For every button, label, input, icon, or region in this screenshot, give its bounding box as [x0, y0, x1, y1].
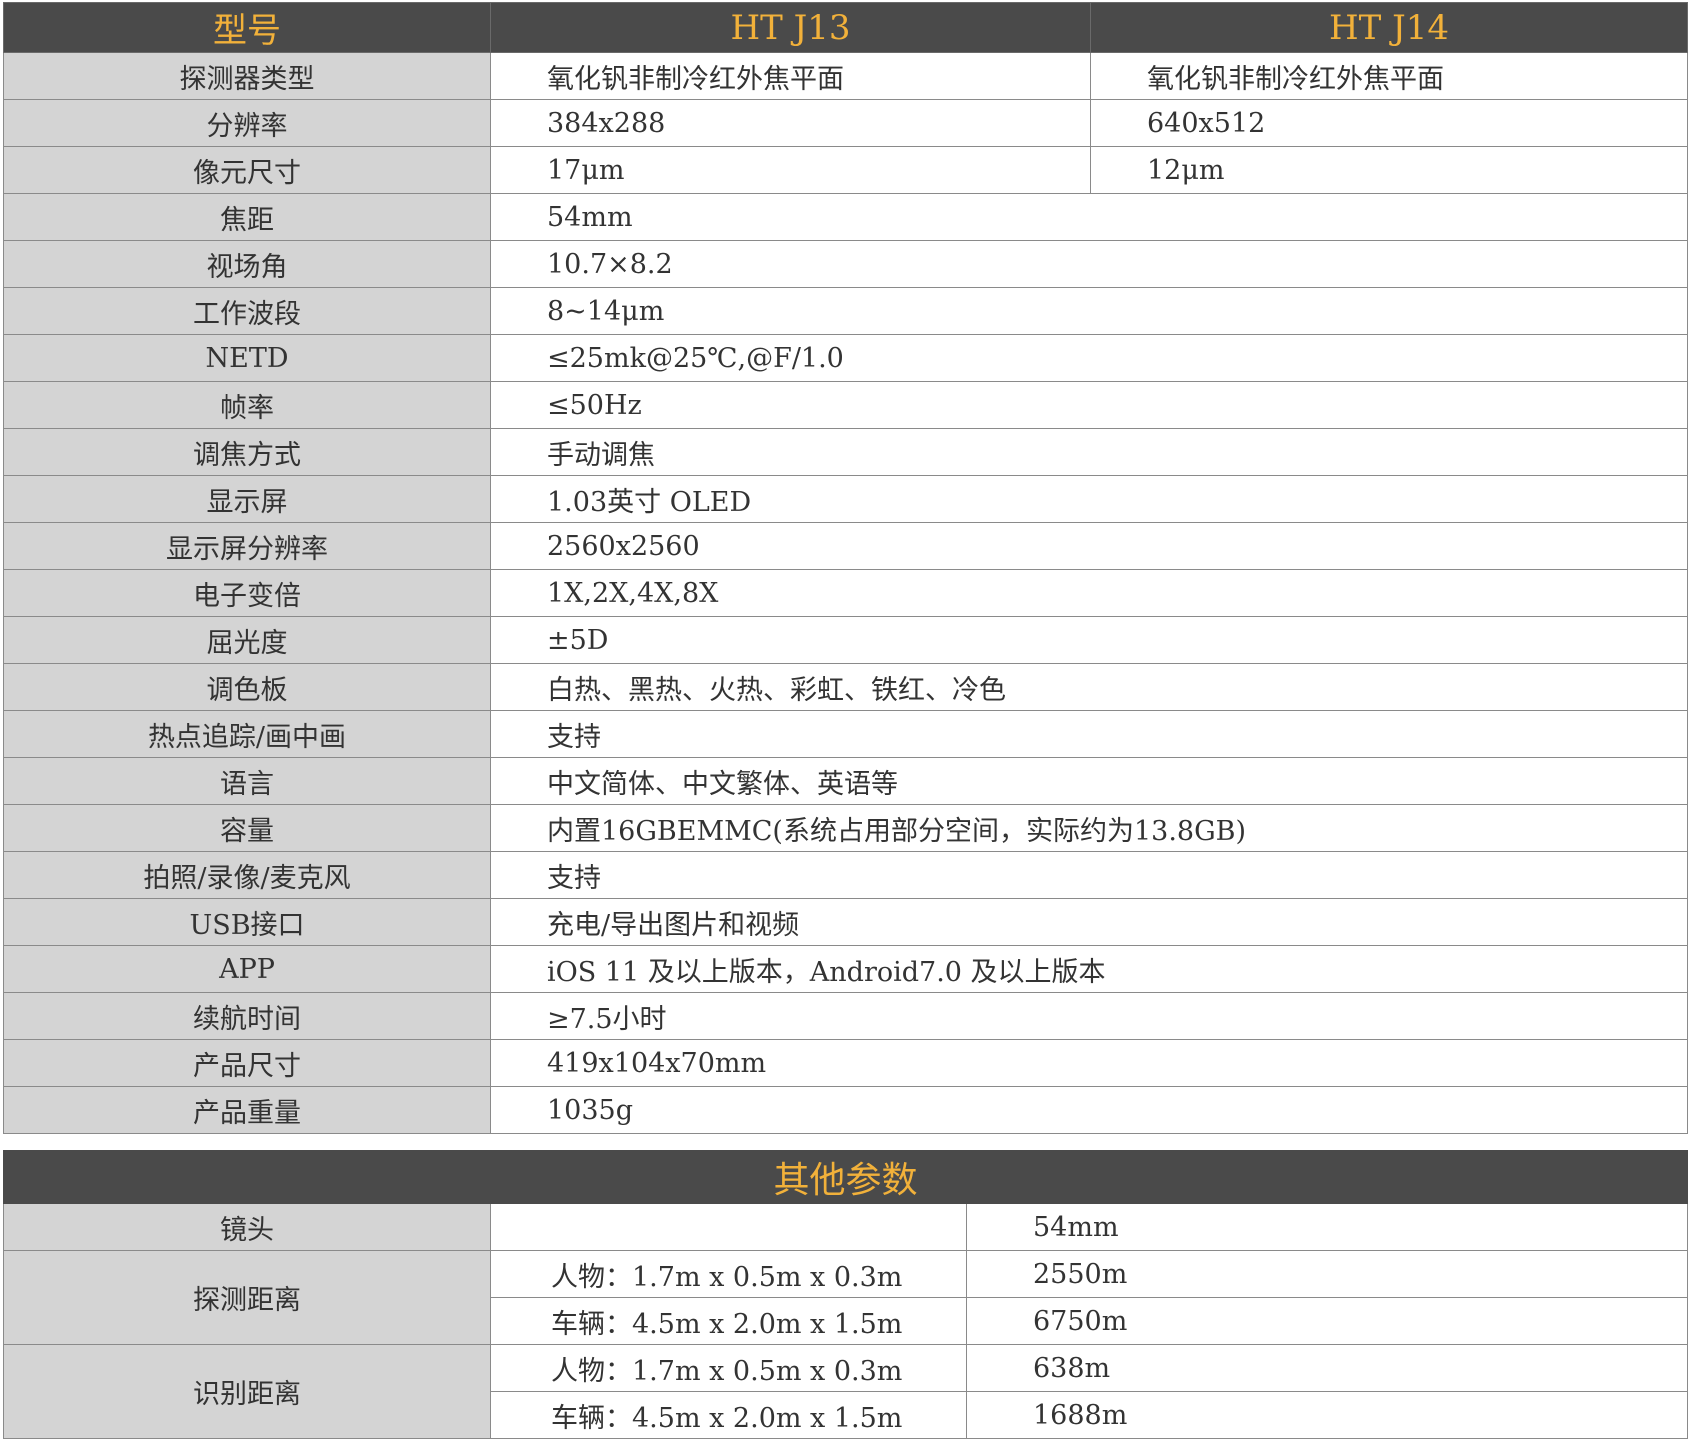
row-value: 54mm [490, 193, 1688, 241]
table-row: 电子变倍 1X,2X,4X,8X [3, 569, 1688, 617]
row-value: ≤25mk@25℃,@F/1.0 [490, 334, 1688, 382]
table-row: 探测距离 人物：1.7m x 0.5m x 0.3m 2550m [3, 1250, 1689, 1345]
row-value: 419x104x70mm [490, 1039, 1688, 1087]
table-row: 镜头 54mm [3, 1203, 1689, 1251]
row-value-j14: 12μm [1090, 146, 1688, 194]
row-label: 显示屏 [3, 475, 491, 523]
row-label: 产品重量 [3, 1086, 491, 1134]
row-value: 内置16GBEMMC(系统占用部分空间，实际约为13.8GB) [490, 804, 1688, 852]
row-value: ±5D [490, 616, 1688, 664]
lens-condition [490, 1203, 967, 1251]
table-row: 续航时间 ≥7.5小时 [3, 992, 1688, 1040]
row-value-j13: 384x288 [490, 99, 1091, 147]
row-label: 拍照/录像/麦克风 [3, 851, 491, 899]
row-label: 产品尺寸 [3, 1039, 491, 1087]
row-value: 2560x2560 [490, 522, 1688, 570]
row-label: 语言 [3, 757, 491, 805]
recognize-distance-value: 1688m [965, 1391, 1689, 1439]
row-value: iOS 11 及以上版本，Android7.0 及以上版本 [490, 945, 1688, 993]
row-value-j14: 氧化钒非制冷红外焦平面 [1090, 52, 1688, 100]
row-label: 屈光度 [3, 616, 491, 664]
row-value: 8~14μm [490, 287, 1688, 335]
row-label: USB接口 [3, 898, 491, 946]
other-params-table: 其他参数 镜头 54mm 探测距离 人物：1.7m x 0.5m x 0.3m … [2, 1150, 1689, 1439]
row-label: 热点追踪/画中画 [3, 710, 491, 758]
row-value: 手动调焦 [490, 428, 1688, 476]
model-header-row: 型号 HT J13 HT J14 [3, 2, 1688, 53]
row-label: NETD [3, 334, 491, 382]
row-label: 探测器类型 [3, 52, 491, 100]
row-value: 1X,2X,4X,8X [490, 569, 1688, 617]
table-row: 焦距 54mm [3, 193, 1688, 241]
model-j14: HT J14 [1090, 2, 1688, 53]
row-label: 显示屏分辨率 [3, 522, 491, 570]
row-value: 10.7×8.2 [490, 240, 1688, 288]
table-row: 屈光度 ±5D [3, 616, 1688, 664]
table-row: NETD ≤25mk@25℃,@F/1.0 [3, 334, 1688, 382]
row-value: ≤50Hz [490, 381, 1688, 429]
table-row: 调焦方式 手动调焦 [3, 428, 1688, 476]
table-row: 帧率 ≤50Hz [3, 381, 1688, 429]
row-label: 帧率 [3, 381, 491, 429]
row-label: 续航时间 [3, 992, 491, 1040]
table-row: 产品尺寸 419x104x70mm [3, 1039, 1688, 1087]
lens-value: 54mm [965, 1203, 1689, 1251]
table-row: 热点追踪/画中画 支持 [3, 710, 1688, 758]
row-value: 中文简体、中文繁体、英语等 [490, 757, 1688, 805]
row-label: 工作波段 [3, 287, 491, 335]
row-label: 焦距 [3, 193, 491, 241]
row-label: 分辨率 [3, 99, 491, 147]
table-row: 语言 中文简体、中文繁体、英语等 [3, 757, 1688, 805]
detect-condition: 人物：1.7m x 0.5m x 0.3m [490, 1250, 967, 1298]
table-row: USB接口 充电/导出图片和视频 [3, 898, 1688, 946]
lens-label: 镜头 [3, 1203, 491, 1251]
spec-table: 型号 HT J13 HT J14 探测器类型 氧化钒非制冷红外焦平面 氧化钒非制… [3, 2, 1688, 1134]
row-label: 容量 [3, 804, 491, 852]
row-value: 支持 [490, 851, 1688, 899]
model-label: 型号 [3, 2, 491, 53]
row-label: 电子变倍 [3, 569, 491, 617]
table-row: APP iOS 11 及以上版本，Android7.0 及以上版本 [3, 945, 1688, 993]
row-label: 调焦方式 [3, 428, 491, 476]
table-row: 分辨率 384x288 640x512 [3, 99, 1688, 147]
table-row: 识别距离 人物：1.7m x 0.5m x 0.3m 638m [3, 1344, 1689, 1439]
detect-distance-value: 2550m [965, 1250, 1689, 1298]
table-row: 显示屏分辨率 2560x2560 [3, 522, 1688, 570]
row-label: 视场角 [3, 240, 491, 288]
table-row: 探测器类型 氧化钒非制冷红外焦平面 氧化钒非制冷红外焦平面 [3, 52, 1688, 100]
recognize-condition: 人物：1.7m x 0.5m x 0.3m [490, 1344, 967, 1392]
row-value-j13: 17μm [490, 146, 1091, 194]
row-label: 调色板 [3, 663, 491, 711]
table-row: 拍照/录像/麦克风 支持 [3, 851, 1688, 899]
table-row: 视场角 10.7×8.2 [3, 240, 1688, 288]
row-value-j13: 氧化钒非制冷红外焦平面 [490, 52, 1091, 100]
table-row: 容量 内置16GBEMMC(系统占用部分空间，实际约为13.8GB) [3, 804, 1688, 852]
detect-condition: 车辆：4.5m x 2.0m x 1.5m [490, 1297, 967, 1345]
row-value: 1.03英寸 OLED [490, 475, 1688, 523]
row-label: 像元尺寸 [3, 146, 491, 194]
row-value-j14: 640x512 [1090, 99, 1688, 147]
row-label: APP [3, 945, 491, 993]
row-value: 1035g [490, 1086, 1688, 1134]
table-row: 像元尺寸 17μm 12μm [3, 146, 1688, 194]
table-row: 调色板 白热、黑热、火热、彩虹、铁红、冷色 [3, 663, 1688, 711]
other-params-header-row: 其他参数 [2, 1150, 1689, 1204]
table-row: 产品重量 1035g [3, 1086, 1688, 1134]
row-value: ≥7.5小时 [490, 992, 1688, 1040]
model-j13: HT J13 [490, 2, 1091, 53]
row-value: 白热、黑热、火热、彩虹、铁红、冷色 [490, 663, 1688, 711]
table-row: 工作波段 8~14μm [3, 287, 1688, 335]
row-value: 支持 [490, 710, 1688, 758]
detect-distance-value: 6750m [965, 1297, 1689, 1345]
row-value: 充电/导出图片和视频 [490, 898, 1688, 946]
recognize-condition: 车辆：4.5m x 2.0m x 1.5m [490, 1391, 967, 1439]
recognize-distance-value: 638m [965, 1344, 1689, 1392]
recognize-distance-label: 识别距离 [3, 1344, 491, 1439]
other-params-title: 其他参数 [2, 1150, 1689, 1204]
table-row: 显示屏 1.03英寸 OLED [3, 475, 1688, 523]
detect-distance-label: 探测距离 [3, 1250, 491, 1345]
